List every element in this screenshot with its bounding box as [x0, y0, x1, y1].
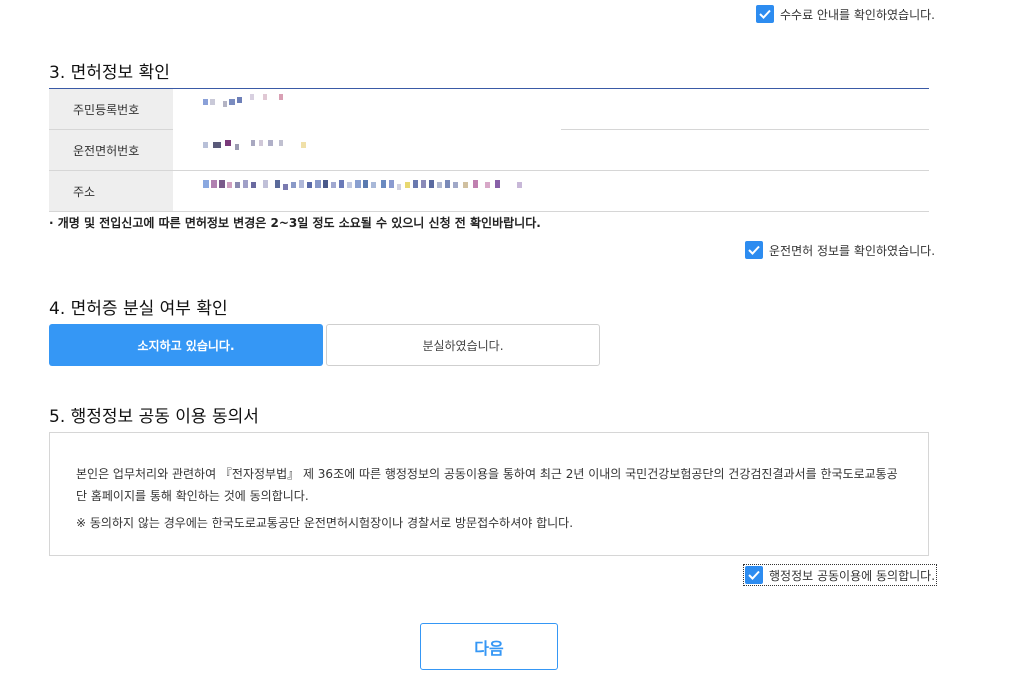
section-title-license-info: 3. 면허정보 확인	[49, 63, 170, 83]
license-info-table: 주민등록번호 운전면허번호 주소	[49, 88, 929, 212]
admin-consent-checkbox[interactable]: 행정정보 공동이용에 동의합니다.	[742, 564, 938, 586]
row-value-address	[173, 171, 929, 211]
table-row: 주소	[49, 171, 929, 212]
admin-consent-label: 행정정보 공동이용에 동의합니다.	[769, 568, 936, 583]
option-lost-license-button[interactable]: 분실하였습니다.	[326, 324, 600, 366]
next-button[interactable]: 다음	[420, 623, 558, 670]
fee-confirm-label: 수수료 안내를 확인하였습니다.	[780, 7, 935, 22]
license-confirm-checkbox[interactable]: 운전면허 정보를 확인하였습니다.	[745, 241, 935, 259]
row-value-license-number	[173, 130, 929, 170]
section-title-admin-consent: 5. 행정정보 공동 이용 동의서	[49, 407, 259, 427]
check-icon[interactable]	[745, 566, 763, 584]
check-icon[interactable]	[745, 241, 763, 259]
option-have-license-button[interactable]: 소지하고 있습니다.	[49, 324, 323, 366]
row-label-address: 주소	[49, 171, 173, 211]
check-icon[interactable]	[756, 5, 774, 23]
row-label-license-number: 운전면허번호	[49, 130, 173, 170]
consent-note-text: ※ 동의하지 않는 경우에는 한국도로교통공단 운전면허시험장이나 경찰서로 방…	[76, 516, 574, 530]
fee-confirm-checkbox[interactable]: 수수료 안내를 확인하였습니다.	[756, 5, 935, 23]
row-value-resident-number	[173, 89, 929, 129]
consent-text-box: 본인은 업무처리와 관련하여 『전자정부법』 제 36조에 따른 행정정보의 공…	[49, 432, 929, 556]
table-row: 운전면허번호	[49, 130, 929, 171]
license-change-notice: · 개명 및 전입신고에 따른 면허정보 변경은 2~3일 정도 소요될 수 있…	[49, 216, 541, 230]
consent-body-text: 본인은 업무처리와 관련하여 『전자정부법』 제 36조에 따른 행정정보의 공…	[76, 467, 898, 503]
row-label-resident-number: 주민등록번호	[49, 89, 173, 129]
table-row: 주민등록번호	[49, 89, 929, 130]
license-confirm-label: 운전면허 정보를 확인하였습니다.	[769, 243, 936, 258]
section-title-license-lost: 4. 면허증 분실 여부 확인	[49, 299, 228, 319]
